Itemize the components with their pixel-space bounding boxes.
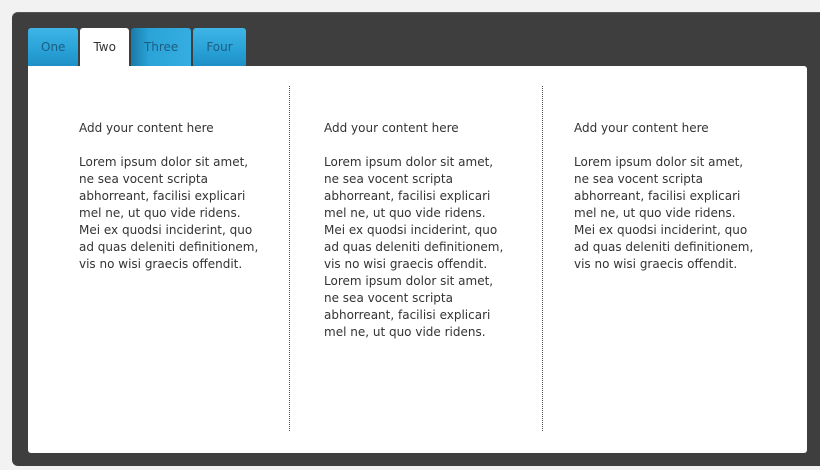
column-body-text: Lorem ipsum dolor sit amet, ne sea vocen… [574,155,754,271]
tab-one[interactable]: One [28,28,79,66]
column-divider [542,86,543,431]
tab-four[interactable]: Four [193,28,246,66]
column-heading: Add your content here [574,121,709,135]
tab-content-panel: Add your content here Lorem ipsum dolor … [28,66,807,453]
column-divider [289,86,290,431]
content-column-3: Add your content here Lorem ipsum dolor … [574,120,754,273]
tab-three[interactable]: Three [130,28,192,66]
tab-bar: One Two Three Four [28,28,246,68]
tab-widget-frame: One Two Three Four Add your content here… [12,12,820,466]
column-heading: Add your content here [79,121,214,135]
column-body-text: Lorem ipsum dolor sit amet, ne sea vocen… [79,155,259,271]
column-body-text: Lorem ipsum dolor sit amet, ne sea vocen… [324,155,504,339]
content-column-1: Add your content here Lorem ipsum dolor … [79,120,259,273]
tab-two[interactable]: Two [80,28,129,68]
column-heading: Add your content here [324,121,459,135]
content-column-2: Add your content here Lorem ipsum dolor … [324,120,504,341]
